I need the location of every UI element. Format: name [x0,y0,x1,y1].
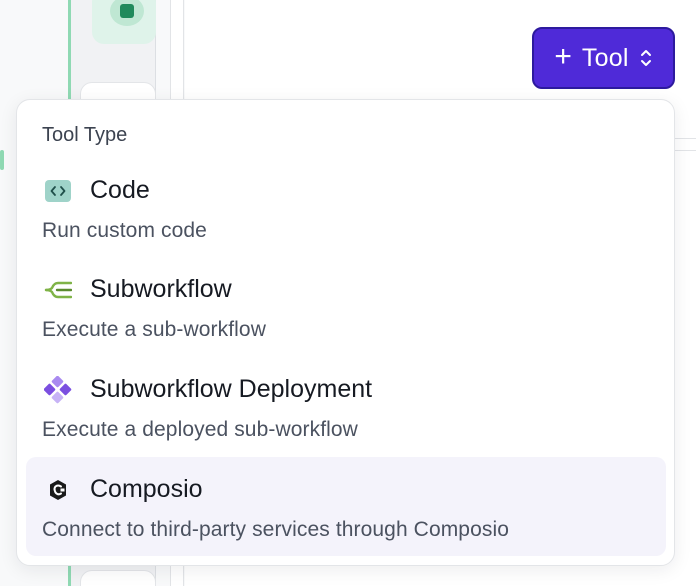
menu-item-composio[interactable]: Composio Connect to third-party services… [26,457,666,556]
menu-heading: Tool Type [42,124,128,146]
menu-item-description: Execute a sub-workflow [42,318,266,341]
add-tool-label: Tool [581,43,629,72]
menu-item-code[interactable]: Code Run custom code [26,158,666,257]
composio-icon [44,476,72,504]
menu-item-title: Subworkflow [90,275,232,303]
menu-item-subworkflow[interactable]: Subworkflow Execute a sub-workflow [26,257,666,356]
chevron-up-down-icon [639,47,653,69]
menu-item-subworkflow-deployment[interactable]: Subworkflow Deployment Execute a deploye… [26,357,666,456]
code-icon [44,177,72,205]
menu-item-description: Execute a deployed sub-workflow [42,418,358,441]
deployment-icon [44,376,72,404]
tool-type-menu: Tool Type Code Run custom code Subworkfl… [16,99,675,566]
menu-item-description: Run custom code [42,219,207,242]
menu-item-title: Composio [90,475,203,503]
workflow-node-card[interactable] [80,570,156,586]
edge-handle [0,150,4,170]
add-tool-button[interactable]: + Tool [532,27,675,89]
workflow-canvas: + Tool Tool Type Code Run custom code Su… [0,0,696,586]
stop-icon [120,4,134,18]
menu-item-title: Code [90,176,150,204]
subworkflow-icon [44,276,72,304]
menu-item-title: Subworkflow Deployment [90,375,373,403]
menu-item-description: Connect to third-party services through … [42,518,510,541]
plus-icon: + [554,39,572,73]
